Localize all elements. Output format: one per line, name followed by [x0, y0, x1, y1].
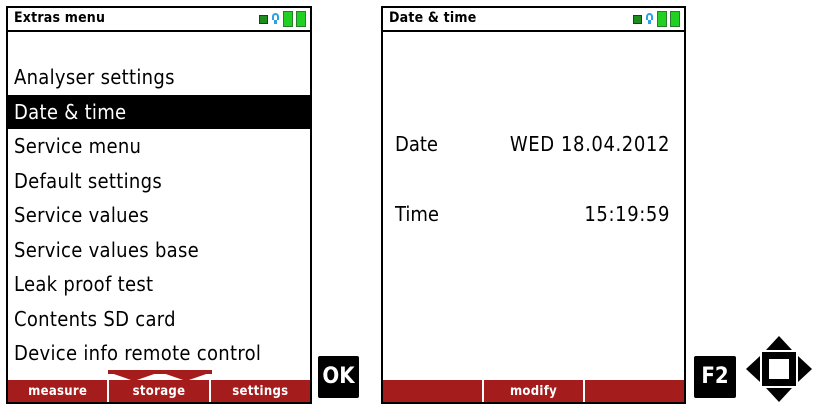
scroll-down-arrow-icon	[160, 372, 212, 381]
softkey-measure[interactable]: measure	[8, 380, 110, 402]
date-time-screen: Date & time Date WED 18.04.2012 Time 15:…	[381, 6, 686, 404]
ok-key[interactable]: OK	[318, 356, 359, 398]
screen-title: Extras menu	[14, 10, 106, 26]
wifi-signal-icon	[645, 13, 654, 25]
extras-menu-list: Analyser settings Date & time Service me…	[8, 60, 310, 371]
menu-item-service-values-base[interactable]: Service values base	[8, 233, 310, 268]
time-label: Time	[395, 202, 439, 226]
extras-menu-screen: Extras menu Analyser settings Date & tim…	[6, 6, 312, 404]
menu-item-date-time[interactable]: Date & time	[8, 94, 310, 129]
softkey-left[interactable]	[383, 380, 484, 402]
menu-item-analyser-settings[interactable]: Analyser settings	[8, 60, 310, 95]
dpad-up-arrow[interactable]	[766, 336, 792, 350]
title-bar: Date & time	[383, 8, 684, 32]
softkey-bar: modify	[383, 380, 684, 402]
dpad-down-arrow[interactable]	[766, 388, 792, 402]
menu-item-leak-proof-test[interactable]: Leak proof test	[8, 267, 310, 302]
dpad-left-arrow[interactable]	[746, 356, 760, 382]
date-value: WED 18.04.2012	[509, 132, 670, 156]
status-indicators	[259, 11, 306, 27]
softkey-settings[interactable]: settings	[211, 380, 310, 402]
battery-icon	[670, 11, 680, 27]
f2-key[interactable]: F2	[694, 356, 736, 398]
date-label: Date	[395, 132, 439, 156]
title-bar: Extras menu	[8, 8, 310, 32]
softkey-storage[interactable]: storage	[109, 380, 211, 402]
battery-icon	[657, 11, 667, 27]
battery-icon	[283, 11, 293, 27]
date-row[interactable]: Date WED 18.04.2012	[383, 128, 684, 160]
status-indicators	[633, 11, 680, 27]
softkey-modify[interactable]: modify	[484, 380, 585, 402]
time-row[interactable]: Time 15:19:59	[383, 198, 684, 230]
menu-item-device-info-remote-control[interactable]: Device info remote control	[8, 336, 310, 371]
navigation-dpad-icon[interactable]	[744, 334, 814, 404]
menu-item-contents-sd-card[interactable]: Contents SD card	[8, 302, 310, 337]
menu-item-default-settings[interactable]: Default settings	[8, 164, 310, 199]
scroll-down-arrow-icon	[108, 372, 160, 381]
softkey-right[interactable]	[585, 380, 684, 402]
status-square-icon	[633, 14, 642, 24]
time-value: 15:19:59	[584, 202, 670, 226]
menu-item-service-values[interactable]: Service values	[8, 198, 310, 233]
wifi-signal-icon	[271, 13, 280, 25]
dpad-center[interactable]	[769, 359, 789, 379]
menu-item-service-menu[interactable]: Service menu	[8, 129, 310, 164]
status-square-icon	[259, 14, 268, 24]
battery-icon	[296, 11, 306, 27]
screen-title: Date & time	[389, 10, 477, 26]
dpad-right-arrow[interactable]	[798, 356, 812, 382]
softkey-bar: measure storage settings	[8, 370, 310, 402]
